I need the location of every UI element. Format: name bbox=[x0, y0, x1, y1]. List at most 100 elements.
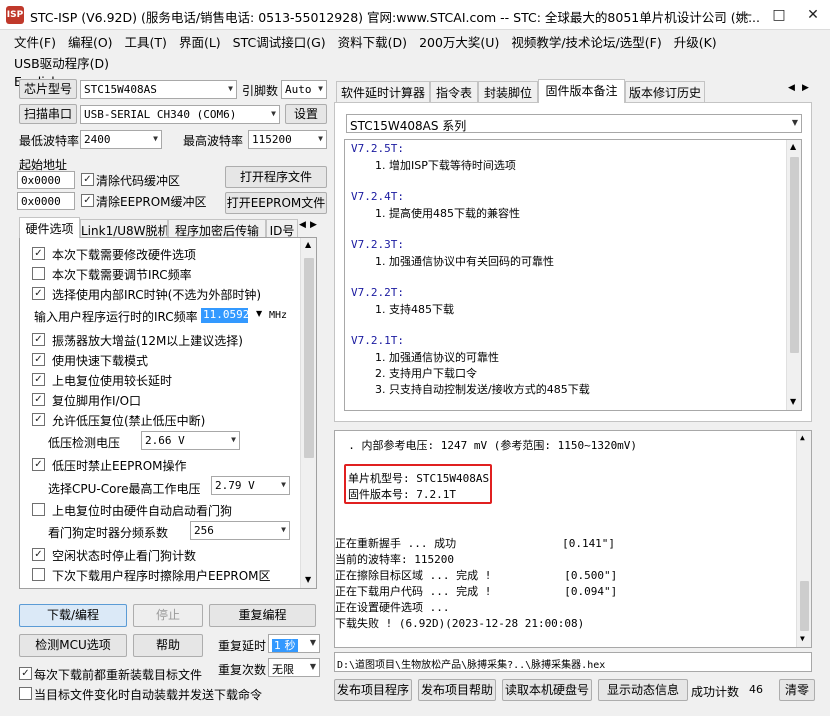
clear-code-checkbox[interactable]: ✓ bbox=[81, 173, 94, 186]
menu-interface[interactable]: 界面(L) bbox=[173, 31, 227, 52]
show-dynamic-info-button[interactable]: 显示动态信息 bbox=[598, 679, 688, 701]
menu-debug[interactable]: STC调试接口(G) bbox=[227, 31, 332, 52]
menu-download-docs[interactable]: 资料下载(D) bbox=[332, 31, 413, 52]
tab-hardware-options[interactable]: 硬件选项 bbox=[19, 217, 80, 238]
scroll-thumb[interactable] bbox=[800, 581, 809, 631]
tab-delay-calculator[interactable]: 软件延时计算器 bbox=[336, 81, 430, 102]
menu-prize[interactable]: 200万大奖(U) bbox=[413, 31, 505, 52]
open-eeprom-file-button[interactable]: 打开EEPROM文件 bbox=[225, 192, 327, 214]
scroll-down-icon[interactable]: ▼ bbox=[800, 634, 805, 643]
menu-tools[interactable]: 工具(T) bbox=[119, 31, 173, 52]
menu-upgrade[interactable]: 升级(K) bbox=[668, 31, 723, 52]
option-checkbox[interactable]: ✓ bbox=[32, 548, 45, 561]
option-checkbox[interactable]: ✓ bbox=[32, 458, 45, 471]
options-scrollbar[interactable]: ▲ ▼ bbox=[300, 238, 316, 588]
chevron-down-icon[interactable]: ▼ bbox=[256, 309, 262, 318]
tab-scroll-left-icon[interactable]: ◀ bbox=[788, 83, 795, 93]
chevron-down-icon: ▼ bbox=[153, 134, 158, 143]
scroll-down-icon[interactable]: ▼ bbox=[305, 575, 311, 584]
menu-file[interactable]: 文件(F) bbox=[8, 31, 62, 52]
tab-link1-offline[interactable]: Link1/U8W脱机 bbox=[80, 219, 168, 238]
scroll-up-icon[interactable]: ▲ bbox=[790, 142, 796, 151]
code-address-input[interactable]: 0x0000 bbox=[17, 171, 75, 189]
irc-frequency-input[interactable]: 11.0592 bbox=[201, 308, 249, 323]
option-checkbox[interactable] bbox=[32, 267, 45, 280]
tab-revision-history[interactable]: 版本修订历史 bbox=[625, 81, 705, 102]
tab-firmware-notes[interactable]: 固件版本备注 bbox=[538, 79, 625, 103]
option-checkbox[interactable]: ✓ bbox=[32, 333, 45, 346]
menu-usb-driver[interactable]: USB驱动程序(D) bbox=[8, 52, 115, 73]
note-version: V7.2.1T: bbox=[351, 334, 404, 347]
close-button[interactable]: ✕ bbox=[796, 0, 830, 30]
note-line: 1. 支持485下载 bbox=[375, 303, 454, 316]
min-baud-select[interactable]: 2400 ▼ bbox=[80, 130, 162, 149]
help-button[interactable]: 帮助 bbox=[133, 634, 203, 657]
firmware-notes-box: V7.2.5T: 1. 增加ISP下载等待时间选项 V7.2.4T: 1. 提高… bbox=[344, 139, 802, 411]
log-scrollbar[interactable]: ▲ ▼ bbox=[796, 431, 811, 647]
repeat-count-select[interactable]: 无限 ▼ bbox=[268, 658, 320, 677]
watchdog-divider-select[interactable]: 256 ▼ bbox=[190, 521, 290, 540]
option-checkbox[interactable]: ✓ bbox=[32, 393, 45, 406]
option-checkbox[interactable] bbox=[32, 568, 45, 581]
menu-program[interactable]: 编程(O) bbox=[62, 31, 119, 52]
scroll-up-icon[interactable]: ▲ bbox=[305, 240, 311, 249]
scroll-thumb[interactable] bbox=[304, 258, 314, 458]
low-voltage-label: 低压检测电压 bbox=[48, 436, 121, 450]
tab-id-number[interactable]: ID号 bbox=[266, 219, 298, 238]
read-disk-id-button[interactable]: 读取本机硬盘号 bbox=[502, 679, 592, 701]
reload-before-download-label: 每次下载前都重新装载目标文件 bbox=[34, 668, 203, 682]
option-checkbox[interactable]: ✓ bbox=[32, 373, 45, 386]
maximize-button[interactable]: □ bbox=[762, 0, 796, 30]
scroll-thumb[interactable] bbox=[790, 157, 799, 353]
option-checkbox[interactable] bbox=[32, 503, 45, 516]
eeprom-address-input[interactable]: 0x0000 bbox=[17, 192, 75, 210]
tab-instruction-table[interactable]: 指令表 bbox=[430, 81, 478, 102]
clear-eeprom-checkbox[interactable]: ✓ bbox=[81, 194, 94, 207]
note-version: V7.2.3T: bbox=[351, 238, 404, 251]
scroll-down-icon[interactable]: ▼ bbox=[790, 397, 796, 406]
chip-model-button[interactable]: 芯片型号 bbox=[19, 79, 77, 99]
settings-button[interactable]: 设置 bbox=[285, 104, 327, 124]
tab-scroll-left-icon[interactable]: ◀ bbox=[299, 220, 306, 230]
check-mcu-button[interactable]: 检测MCU选项 bbox=[19, 634, 127, 657]
port-select[interactable]: USB-SERIAL CH340 (COM6) ▼ bbox=[80, 105, 280, 124]
note-line: 2. 支持用户下载口令 bbox=[375, 367, 477, 380]
auto-load-checkbox[interactable] bbox=[19, 687, 32, 700]
notes-scrollbar[interactable]: ▲ ▼ bbox=[786, 140, 801, 410]
chevron-down-icon: ▼ bbox=[791, 118, 798, 127]
stop-button[interactable]: 停止 bbox=[133, 604, 203, 627]
cpu-voltage-select[interactable]: 2.79 V ▼ bbox=[211, 476, 290, 495]
tab-encrypted-transfer[interactable]: 程序加密后传输 bbox=[168, 219, 266, 238]
publish-help-button[interactable]: 发布项目帮助 bbox=[418, 679, 496, 701]
tab-scroll-right-icon[interactable]: ▶ bbox=[310, 220, 317, 230]
publish-program-button[interactable]: 发布项目程序 bbox=[334, 679, 412, 701]
scan-port-button[interactable]: 扫描串口 bbox=[19, 104, 77, 124]
scroll-up-icon[interactable]: ▲ bbox=[800, 433, 805, 442]
option-checkbox[interactable]: ✓ bbox=[32, 353, 45, 366]
clear-count-button[interactable]: 清零 bbox=[779, 679, 815, 701]
repeat-delay-select[interactable]: 1 秒 ▼ bbox=[268, 634, 320, 653]
note-line: 1. 加强通信协议的可靠性 bbox=[375, 351, 499, 364]
option-checkbox[interactable]: ✓ bbox=[32, 247, 45, 260]
pins-select[interactable]: Auto ▼ bbox=[281, 80, 327, 99]
minimize-button[interactable]: — bbox=[728, 0, 762, 30]
download-program-button[interactable]: 下载/编程 bbox=[19, 604, 127, 627]
tab-scroll-right-icon[interactable]: ▶ bbox=[802, 83, 809, 93]
series-select[interactable]: STC15W408AS 系列 ▼ bbox=[346, 114, 802, 133]
max-baud-select[interactable]: 115200 ▼ bbox=[248, 130, 327, 149]
chevron-down-icon: ▼ bbox=[271, 109, 276, 118]
option-checkbox[interactable]: ✓ bbox=[32, 413, 45, 426]
open-program-file-button[interactable]: 打开程序文件 bbox=[225, 166, 327, 188]
menu-bar: 文件(F) 编程(O) 工具(T) 界面(L) STC调试接口(G) 资料下载(D) 200… bbox=[0, 30, 830, 89]
log-line: 当前的波特率: 115200 bbox=[335, 553, 454, 566]
menu-video[interactable]: 视频教学/技术论坛/选型(F) bbox=[505, 31, 667, 52]
repeat-program-button[interactable]: 重复编程 bbox=[209, 604, 316, 627]
low-voltage-select[interactable]: 2.66 V ▼ bbox=[141, 431, 240, 450]
success-count-label: 成功计数 bbox=[691, 685, 740, 699]
note-version: V7.2.5T: bbox=[351, 142, 404, 155]
chip-model-select[interactable]: STC15W408AS ▼ bbox=[80, 80, 237, 99]
tab-package-pins[interactable]: 封装脚位 bbox=[478, 81, 538, 102]
option-checkbox[interactable]: ✓ bbox=[32, 287, 45, 300]
reload-before-download-checkbox[interactable]: ✓ bbox=[19, 667, 32, 680]
output-log: . 内部参考电压: 1247 mV (参考范围: 1150~1320mV) 单片… bbox=[334, 430, 812, 648]
